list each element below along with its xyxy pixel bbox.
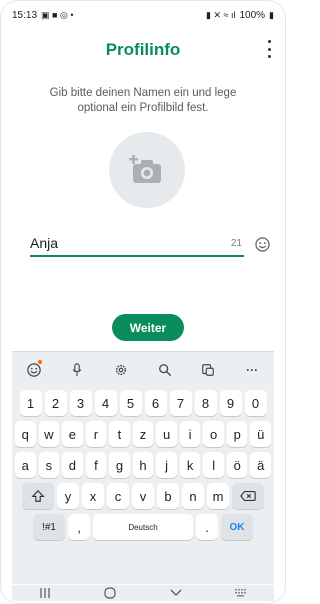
letter-row-3: y x c v b n m (15, 483, 271, 509)
keyboard-emoji-icon[interactable] (21, 359, 47, 381)
key[interactable]: u (156, 421, 177, 447)
key[interactable]: 4 (94, 390, 117, 416)
more-tools-icon[interactable]: ··· (239, 359, 265, 381)
navigation-bar (12, 585, 274, 601)
key[interactable]: e (62, 421, 83, 447)
shift-icon[interactable] (22, 483, 54, 509)
emoji-icon[interactable] (252, 234, 272, 254)
key[interactable]: o (203, 421, 224, 447)
status-bar: 15:13 ▣ ■ ◎ • ▮ ✕ ≈ ıl 100% ▮ (12, 6, 274, 24)
add-photo-camera-icon (129, 155, 161, 183)
key[interactable]: g (109, 452, 130, 478)
key[interactable]: 0 (244, 390, 267, 416)
status-time: 15:13 (12, 9, 38, 21)
key[interactable]: 7 (169, 390, 192, 416)
next-button[interactable]: Weiter (112, 314, 184, 341)
key[interactable]: 3 (69, 390, 92, 416)
key[interactable]: y (57, 483, 79, 509)
name-input-row: Anja 21 (30, 231, 272, 257)
key[interactable]: 9 (219, 390, 242, 416)
key-rows: 1 2 3 4 5 6 7 8 9 0 q w e r t z u i o p … (15, 390, 272, 545)
key[interactable]: 8 (194, 390, 217, 416)
profile-photo-button[interactable] (109, 132, 185, 208)
notification-dot (37, 360, 42, 364)
backspace-icon[interactable] (232, 483, 264, 509)
key[interactable]: r (85, 421, 107, 447)
more-options-icon[interactable] (264, 40, 274, 58)
clipboard-icon[interactable] (195, 359, 221, 381)
page-title: Profilinfo (105, 40, 181, 59)
status-left: 15:13 ▣ ■ ◎ • (12, 10, 73, 21)
recent-apps-icon[interactable] (30, 586, 60, 600)
keyboard-icon[interactable] (226, 586, 256, 600)
key[interactable]: w (38, 421, 60, 447)
letter-row-2: a s d f g h j k l ö ä (15, 452, 272, 478)
app-bar: Profilinfo (0, 30, 286, 70)
key[interactable]: 6 (144, 390, 167, 416)
comma-key[interactable]: , (68, 514, 90, 540)
key[interactable]: ö (226, 452, 248, 478)
search-icon[interactable] (152, 359, 178, 381)
character-counter: 21 (230, 237, 242, 249)
signal-icons: ▮ ✕ ≈ ıl (206, 9, 236, 20)
number-row: 1 2 3 4 5 6 7 8 9 0 (15, 390, 271, 416)
key[interactable]: f (85, 452, 107, 478)
key[interactable]: x (82, 483, 104, 509)
key[interactable]: p (226, 421, 248, 447)
key[interactable]: j (156, 452, 177, 478)
key[interactable]: k (179, 452, 201, 478)
space-key[interactable]: Deutsch (93, 514, 193, 540)
notification-icons: ▣ ■ ◎ • (41, 9, 74, 20)
key[interactable]: q (15, 421, 36, 447)
key[interactable]: 2 (44, 390, 67, 416)
key[interactable]: 1 (19, 390, 42, 416)
phone-screen: 15:13 ▣ ■ ◎ • ▮ ✕ ≈ ıl 100% ▮ Profilinfo… (0, 0, 286, 604)
keyboard: ··· 1 2 3 4 5 6 7 8 9 0 q w e r t z u i … (12, 351, 274, 584)
key[interactable]: i (179, 421, 201, 447)
key[interactable]: ü (250, 421, 272, 447)
key[interactable]: z (132, 421, 154, 447)
key[interactable]: a (15, 452, 36, 478)
bottom-row: !#1 , Deutsch . OK (15, 514, 271, 540)
microphone-icon[interactable] (64, 359, 90, 381)
key[interactable]: 5 (119, 390, 142, 416)
description-text: Gib bitte deinen Namen ein und lege opti… (49, 87, 237, 114)
back-icon[interactable] (161, 586, 191, 600)
key[interactable]: s (38, 452, 60, 478)
key[interactable]: d (62, 452, 83, 478)
name-value: Anja (30, 235, 59, 251)
key[interactable]: v (132, 483, 154, 509)
home-icon[interactable] (95, 586, 125, 600)
key[interactable]: n (182, 483, 204, 509)
keyboard-toolbar: ··· (12, 358, 274, 382)
name-input[interactable]: Anja 21 (30, 231, 244, 257)
key[interactable]: t (109, 421, 130, 447)
key[interactable]: b (157, 483, 179, 509)
battery-icon: ▮ (269, 9, 274, 20)
status-right: ▮ ✕ ≈ ıl 100% ▮ (206, 10, 274, 21)
letter-row-1: q w e r t z u i o p ü (15, 421, 272, 447)
key[interactable]: l (203, 452, 224, 478)
key[interactable]: c (107, 483, 129, 509)
key[interactable]: ä (250, 452, 272, 478)
symbols-key[interactable]: !#1 (33, 514, 65, 540)
ok-key[interactable]: OK (221, 514, 253, 540)
key[interactable]: m (207, 483, 229, 509)
key[interactable]: h (132, 452, 154, 478)
settings-icon[interactable] (108, 359, 134, 381)
period-key[interactable]: . (196, 514, 218, 540)
battery-text: 100% (239, 9, 266, 21)
